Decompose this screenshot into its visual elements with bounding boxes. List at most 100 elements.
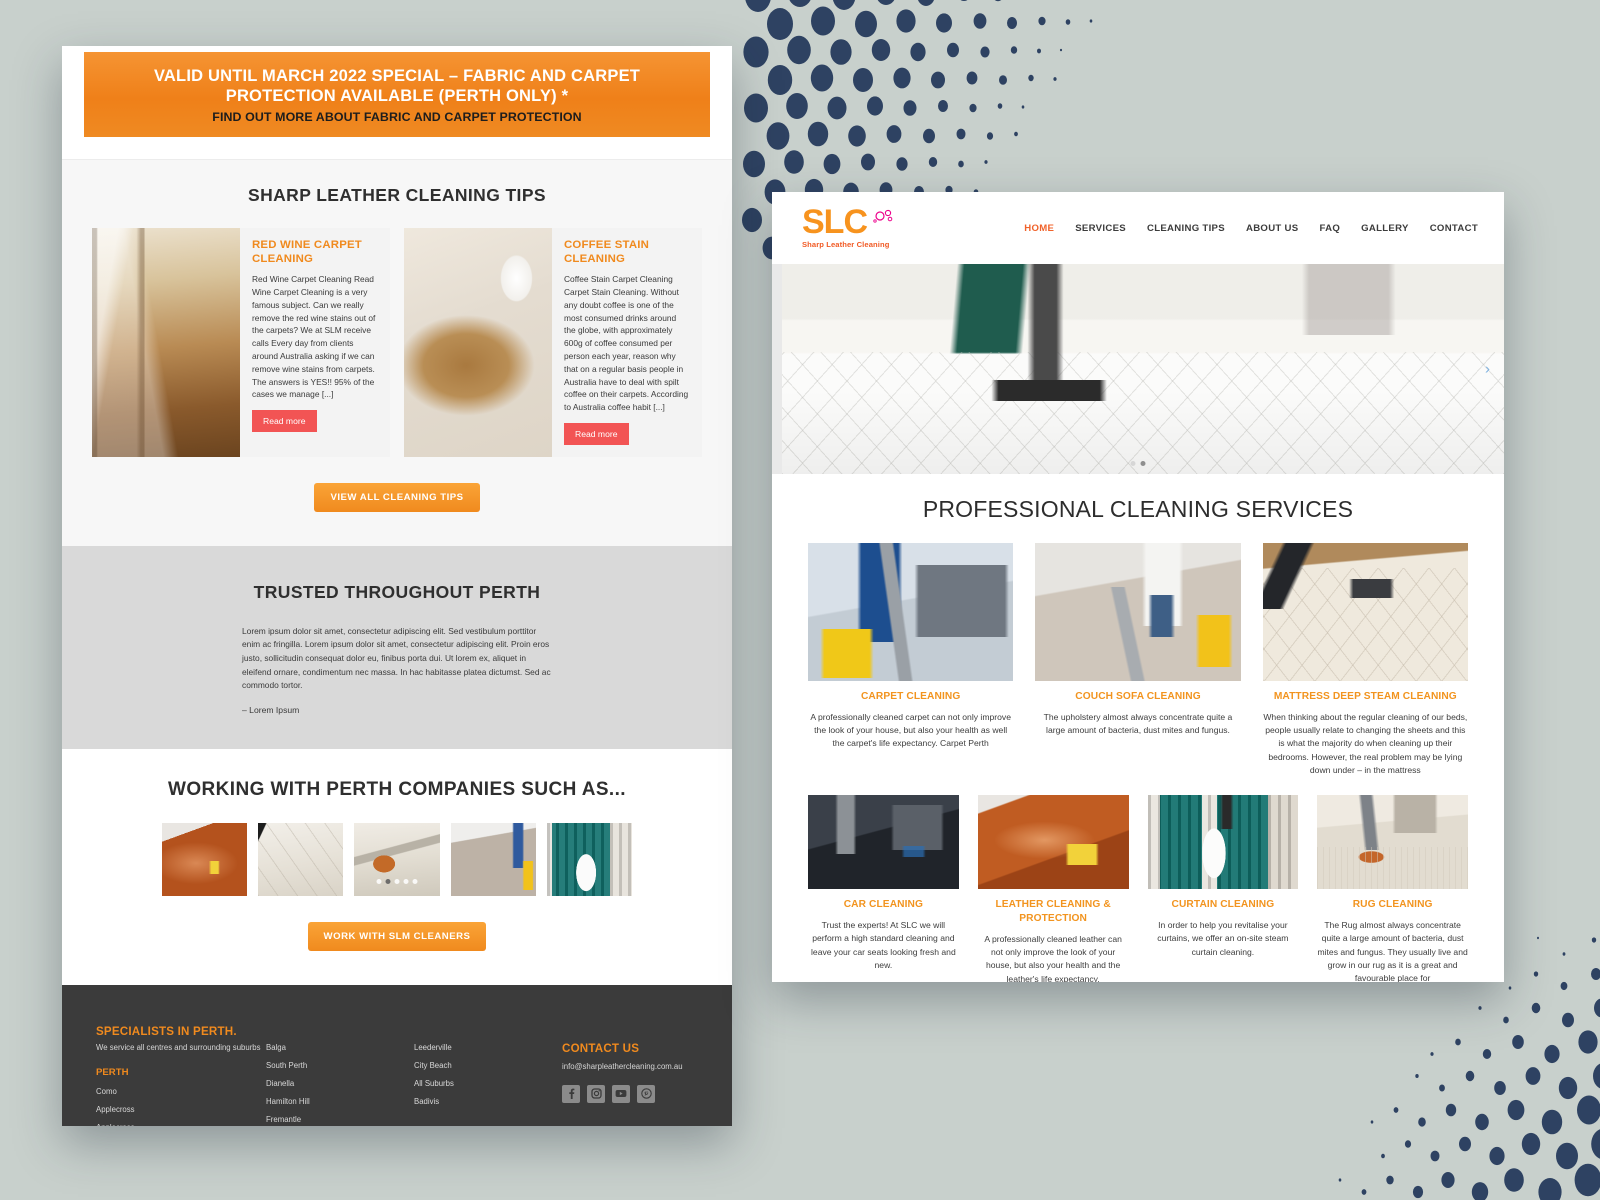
service-description: When thinking about the regular cleaning…	[1263, 711, 1468, 776]
logo-wordmark: SLC	[802, 203, 868, 241]
footer-column-suburbs-3: Leederville City Beach All Suburbs Badiv…	[414, 1025, 562, 1126]
promo-subline[interactable]: FIND OUT MORE ABOUT FABRIC AND CARPET PR…	[114, 110, 680, 124]
tip-card[interactable]: COFFEE STAIN CLEANING Coffee Stain Carpe…	[404, 227, 702, 457]
service-name: CARPET CLEANING	[860, 691, 961, 702]
nav-item-home[interactable]: HOME	[1024, 223, 1054, 234]
service-description: The upholstery almost always concentrate…	[1043, 711, 1233, 736]
service-thumbnail-carpet	[808, 543, 1014, 681]
service-thumbnail-rug	[1317, 795, 1468, 890]
main-navigation: HOME SERVICES CLEANING TIPS ABOUT US FAQ…	[1024, 223, 1478, 234]
service-card-curtain-cleaning[interactable]: CURTAIN CLEANING In order to help you re…	[1147, 795, 1299, 982]
tip-body: RED WINE CARPET CLEANING Red Wine Carpet…	[240, 228, 390, 457]
service-name: LEATHER CLEANING & PROTECTION	[995, 899, 1111, 925]
service-card-mattress-deep-steam-cleaning[interactable]: MATTRESS DEEP STEAM CLEANING When thinki…	[1262, 543, 1468, 777]
footer-suburb-link[interactable]: All Suburbs	[414, 1079, 562, 1088]
view-all-cleaning-tips-button[interactable]: VIEW ALL CLEANING TIPS	[314, 482, 480, 512]
hero-slider-dots[interactable]	[1130, 461, 1146, 466]
cleaning-tips-section: SHARP LEATHER CLEANING TIPS RED WINE CAR…	[62, 158, 732, 546]
service-card-carpet-cleaning[interactable]: CARPET CLEANING A professionally cleaned…	[808, 543, 1014, 777]
browser-window-homepage-top: SLC Sharp Leather Cleaning HOME SERVICES…	[772, 192, 1504, 982]
instagram-icon[interactable]	[587, 1084, 605, 1103]
chevron-right-icon[interactable]: ›	[1485, 361, 1490, 378]
work-with-slm-cleaners-button[interactable]: WORK WITH SLM CLEANERS	[307, 921, 487, 951]
footer-suburb-link[interactable]: City Beach	[414, 1061, 562, 1070]
tip-card[interactable]: RED WINE CARPET CLEANING Red Wine Carpet…	[92, 227, 390, 457]
hero-dot[interactable]	[1130, 461, 1136, 466]
pinterest-icon[interactable]	[637, 1084, 655, 1103]
carousel-dot[interactable]	[403, 878, 409, 884]
service-card-leather-cleaning-protection[interactable]: LEATHER CLEANING & PROTECTION A professi…	[977, 795, 1129, 982]
footer-email-link[interactable]: info@sharpleathercleaning.com.au	[562, 1062, 698, 1071]
partner-thumbnail-sofa[interactable]	[450, 822, 536, 896]
service-thumbnail-car	[808, 795, 959, 890]
footer-suburb-link[interactable]: Dianella	[266, 1079, 414, 1088]
carousel-dot[interactable]	[412, 878, 418, 884]
partners-title: WORKING WITH PERTH COMPANIES SUCH AS...	[168, 778, 626, 800]
footer-suburb-link[interactable]: Applecross	[96, 1123, 266, 1126]
nav-item-gallery[interactable]: GALLERY	[1361, 223, 1409, 234]
footer-suburb-link[interactable]: Applecross	[96, 1105, 266, 1114]
services-title: PROFESSIONAL CLEANING SERVICES	[922, 496, 1354, 522]
trusted-signature: – Lorem Ipsum	[242, 704, 300, 715]
footer-suburb-link[interactable]: Balga	[266, 1043, 414, 1052]
services-row-2: CAR CLEANING Trust the experts! At SLC w…	[808, 795, 1468, 982]
partner-thumbnail-mattress[interactable]	[258, 822, 344, 896]
footer-column-suburbs-2: Balga South Perth Dianella Hamilton Hill…	[266, 1025, 414, 1126]
hero-dot-active[interactable]	[1140, 461, 1146, 466]
footer-suburb-link[interactable]: Badivis	[414, 1097, 562, 1106]
promo-banner[interactable]: VALID UNTIL MARCH 2022 SPECIAL – FABRIC …	[84, 52, 710, 137]
trusted-section: TRUSTED THROUGHOUT PERTH Lorem ipsum dol…	[62, 545, 732, 749]
footer-column-contact: CONTACT US info@sharpleathercleaning.com…	[562, 1025, 698, 1126]
facebook-icon[interactable]	[562, 1084, 580, 1103]
trusted-body: Lorem ipsum dolor sit amet, consectetur …	[242, 625, 552, 715]
tip-text: Red Wine Carpet Cleaning Read Wine Carpe…	[252, 274, 376, 400]
footer-contact-title: CONTACT US	[562, 1041, 640, 1055]
cleaning-tips-title: SHARP LEATHER CLEANING TIPS	[248, 184, 546, 205]
partner-thumbnail-carpet[interactable]	[354, 822, 440, 896]
partner-thumbnail-curtain[interactable]	[546, 822, 633, 896]
footer-suburb-link[interactable]: Como	[96, 1087, 266, 1096]
cleaning-tips-row: RED WINE CARPET CLEANING Red Wine Carpet…	[62, 227, 732, 457]
hero-slider[interactable]: ›	[772, 264, 1504, 474]
service-name: COUCH SOFA CLEANING	[1075, 691, 1201, 702]
service-description: The Rug almost always concentrate quite …	[1317, 920, 1468, 982]
partners-carousel-dots[interactable]	[376, 878, 418, 884]
footer-heading: SPECIALISTS IN PERTH.	[96, 1024, 237, 1038]
footer-suburb-link[interactable]: Fremantle	[266, 1115, 414, 1124]
footer-suburb-link[interactable]: Hamilton Hill	[266, 1097, 414, 1106]
carousel-dot[interactable]	[394, 878, 400, 884]
nav-item-services[interactable]: SERVICES	[1075, 223, 1126, 234]
nav-item-about-us[interactable]: ABOUT US	[1246, 223, 1299, 234]
trusted-paragraph: Lorem ipsum dolor sit amet, consectetur …	[242, 625, 551, 691]
footer-suburb-link[interactable]: Leederville	[414, 1043, 562, 1052]
partner-thumbnail-leather[interactable]	[162, 822, 248, 896]
read-more-button[interactable]: Read more	[252, 410, 317, 433]
service-card-car-cleaning[interactable]: CAR CLEANING Trust the experts! At SLC w…	[808, 795, 959, 982]
service-thumbnail-leather	[977, 795, 1129, 890]
services-row-1: CARPET CLEANING A professionally cleaned…	[808, 543, 1468, 777]
nav-item-faq[interactable]: FAQ	[1319, 223, 1340, 234]
services-section: PROFESSIONAL CLEANING SERVICES CARPET CL…	[772, 474, 1504, 982]
partners-carousel[interactable]	[62, 822, 732, 896]
footer-suburb-link[interactable]: South Perth	[266, 1061, 414, 1070]
service-description: A professionally cleaned carpet can not …	[810, 711, 1011, 749]
carousel-dot[interactable]	[376, 878, 382, 884]
tip-body: COFFEE STAIN CLEANING Coffee Stain Carpe…	[552, 228, 702, 457]
tip-title: COFFEE STAIN CLEANING	[564, 238, 650, 266]
read-more-button[interactable]: Read more	[564, 422, 629, 445]
site-footer: SPECIALISTS IN PERTH. We service all cen…	[62, 984, 732, 1126]
tip-text: Coffee Stain Carpet Cleaning Carpet Stai…	[564, 274, 689, 413]
service-card-rug-cleaning[interactable]: RUG CLEANING The Rug almost always conce…	[1317, 795, 1468, 982]
trusted-title: TRUSTED THROUGHOUT PERTH	[253, 581, 541, 602]
footer-columns: SPECIALISTS IN PERTH. We service all cen…	[62, 1025, 732, 1126]
service-name: CAR CLEANING	[843, 899, 924, 911]
footer-subheading: We service all centres and surrounding s…	[96, 1042, 261, 1052]
promo-headline: VALID UNTIL MARCH 2022 SPECIAL – FABRIC …	[153, 67, 641, 106]
service-card-couch-sofa-cleaning[interactable]: COUCH SOFA CLEANING The upholstery almos…	[1035, 543, 1241, 777]
footer-suburb-list-1: Como Applecross Applecross Bentley Clark…	[96, 1087, 266, 1126]
nav-item-contact[interactable]: CONTACT	[1430, 223, 1478, 234]
carousel-dot-active[interactable]	[385, 878, 391, 884]
site-logo[interactable]: SLC Sharp Leather Cleaning	[802, 203, 910, 249]
nav-item-cleaning-tips[interactable]: CLEANING TIPS	[1147, 223, 1225, 234]
youtube-icon[interactable]	[612, 1084, 630, 1103]
